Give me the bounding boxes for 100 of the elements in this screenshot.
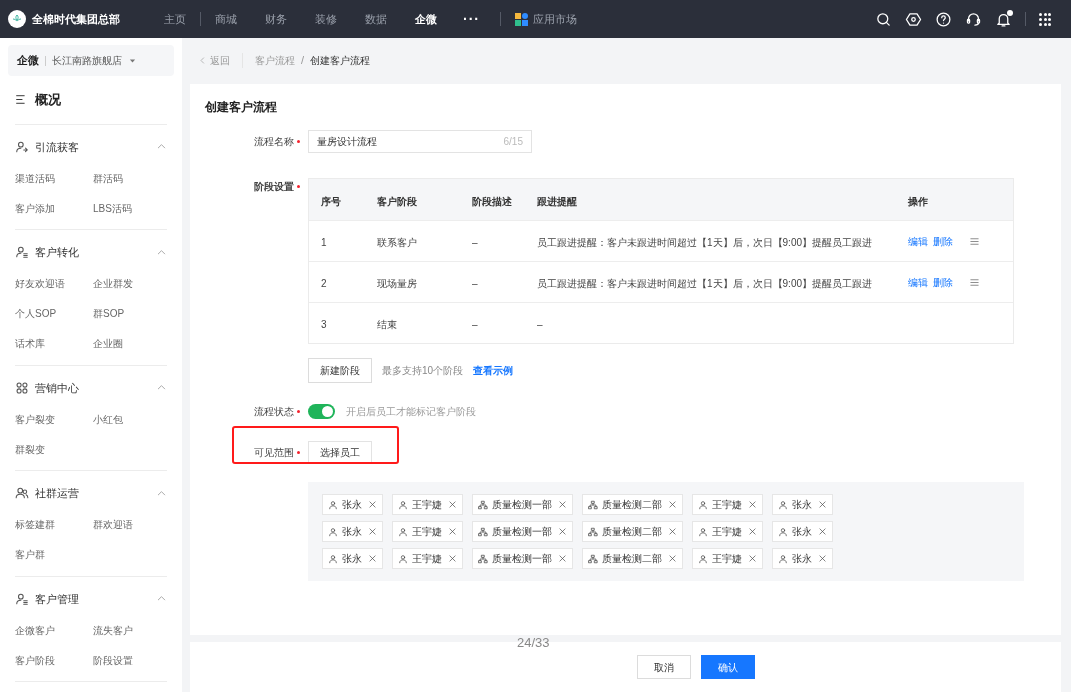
close-icon[interactable] — [668, 527, 677, 536]
close-icon[interactable] — [668, 554, 677, 563]
menu-item[interactable]: 话术库 — [15, 336, 45, 351]
menu-item[interactable]: 小红包 — [93, 411, 123, 427]
close-icon[interactable] — [818, 554, 827, 563]
selected-tag: 张永 — [772, 494, 833, 515]
help-icon[interactable] — [935, 10, 952, 28]
headset-icon[interactable] — [965, 10, 982, 28]
menu-item[interactable]: 客户群 — [15, 547, 45, 562]
close-icon[interactable] — [558, 554, 567, 563]
selected-tag: 质量检测一部 — [472, 521, 573, 542]
toggle-switch[interactable] — [308, 404, 335, 419]
menu-item[interactable]: 阶段设置 — [93, 652, 133, 668]
close-icon[interactable] — [748, 527, 757, 536]
field-label: 可见范围 — [254, 446, 294, 460]
selected-tag: 质量检测一部 — [472, 548, 573, 569]
menu-item[interactable]: 流失客户 — [93, 622, 133, 638]
close-icon[interactable] — [558, 500, 567, 509]
menu-item[interactable]: 标签建群 — [15, 517, 55, 532]
menu-item[interactable]: LBS活码 — [93, 200, 132, 216]
column-header: 跟进提醒 — [537, 195, 577, 207]
menu-item[interactable]: 群SOP — [93, 306, 125, 321]
table-cell: 结束 — [377, 319, 397, 330]
nav-tab[interactable]: 商城 — [201, 10, 251, 28]
store-switcher[interactable]: 企微 长江南路旗舰店 — [8, 45, 174, 76]
menu-group-title[interactable]: 营销中心 — [35, 379, 156, 396]
settings-icon[interactable] — [905, 10, 922, 28]
field-label: 阶段设置 — [254, 180, 294, 194]
menu-group-title[interactable]: 客户管理 — [35, 590, 156, 607]
more-menu[interactable]: ··· — [451, 8, 492, 30]
person-icon — [698, 499, 708, 510]
menu-item[interactable]: 群裂变 — [15, 441, 45, 457]
close-icon[interactable] — [448, 527, 457, 536]
add-stage-button[interactable]: 新建阶段 — [308, 358, 372, 383]
close-icon[interactable] — [558, 527, 567, 536]
menu-item[interactable]: 企业群发 — [93, 276, 133, 291]
example-link[interactable]: 查看示例 — [473, 363, 514, 378]
nav-tab[interactable]: 主页 — [150, 10, 200, 28]
close-icon[interactable] — [368, 500, 377, 509]
person-icon — [398, 499, 408, 510]
person-icon — [778, 526, 788, 537]
app-name: 企微 — [17, 53, 39, 69]
menu-item[interactable]: 渠道活码 — [15, 170, 55, 186]
selected-tag: 质量检测二部 — [582, 548, 683, 569]
close-icon[interactable] — [448, 500, 457, 509]
nav-tab[interactable]: 财务 — [251, 10, 301, 28]
action-link[interactable]: 删除 — [933, 233, 953, 249]
menu-item[interactable]: 企业圈 — [93, 336, 123, 351]
close-icon[interactable] — [448, 554, 457, 563]
menu-item[interactable]: 客户裂变 — [15, 411, 55, 427]
action-link[interactable]: 编辑 — [908, 233, 928, 249]
close-icon[interactable] — [668, 500, 677, 509]
nav-tab[interactable]: 数据 — [351, 10, 401, 28]
selected-tag: 王宇婕 — [392, 494, 463, 515]
menu-item[interactable]: 群活码 — [93, 170, 123, 186]
menu-item[interactable]: 企微客户 — [15, 622, 55, 638]
app-market-link[interactable]: 应用市场 — [533, 10, 577, 28]
menu-item[interactable]: 个人SOP — [15, 306, 57, 321]
org-chart-icon — [588, 526, 598, 537]
close-icon[interactable] — [748, 500, 757, 509]
nav-tab[interactable]: 企微 — [401, 10, 451, 28]
org-chart-icon — [478, 553, 488, 564]
name-input[interactable]: 量房设计流程 6/15 — [308, 130, 532, 153]
close-icon[interactable] — [368, 554, 377, 563]
table-cell: 3 — [321, 319, 327, 330]
chevron-left-icon — [198, 56, 207, 65]
close-icon[interactable] — [368, 527, 377, 536]
menu-item[interactable]: 好友欢迎语 — [15, 276, 65, 291]
table-cell: – — [472, 319, 478, 330]
select-staff-button[interactable]: 选择员工 — [308, 441, 372, 464]
person-icon — [328, 499, 338, 510]
overview-link[interactable]: 概况 — [35, 90, 61, 110]
close-icon[interactable] — [818, 527, 827, 536]
person-icon — [15, 139, 29, 154]
person-icon — [398, 553, 408, 564]
close-icon[interactable] — [818, 500, 827, 509]
action-link[interactable]: 编辑 — [908, 274, 928, 290]
menu-group-title[interactable]: 社群运营 — [35, 485, 156, 502]
menu-item[interactable]: 客户阶段 — [15, 652, 55, 668]
selected-tag: 张永 — [772, 548, 833, 569]
search-icon[interactable] — [875, 10, 892, 28]
menu-item[interactable]: 群欢迎语 — [93, 517, 133, 532]
org-chart-icon — [588, 553, 598, 564]
column-header: 操作 — [908, 195, 928, 207]
drag-handle-icon[interactable] — [969, 235, 980, 247]
menu-group-title[interactable]: 引流获客 — [35, 138, 156, 155]
confirm-button[interactable]: 确认 — [700, 655, 755, 679]
column-header: 客户阶段 — [377, 195, 417, 207]
cancel-button[interactable]: 取消 — [636, 655, 691, 679]
action-link[interactable]: 删除 — [933, 274, 953, 290]
selected-tag: 王宇婕 — [692, 494, 763, 515]
menu-item[interactable]: 客户添加 — [15, 200, 55, 216]
app-market-icon[interactable] — [515, 12, 528, 26]
person-icon — [328, 526, 338, 537]
menu-group-title[interactable]: 客户转化 — [35, 244, 156, 261]
apps-grid-icon[interactable] — [1039, 12, 1051, 26]
org-chart-icon — [478, 499, 488, 510]
close-icon[interactable] — [748, 554, 757, 563]
nav-tab[interactable]: 装修 — [301, 10, 351, 28]
drag-handle-icon[interactable] — [969, 276, 980, 288]
